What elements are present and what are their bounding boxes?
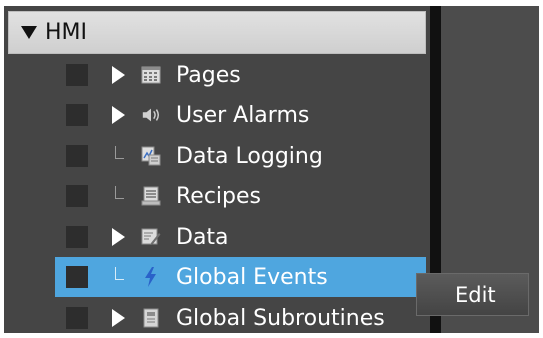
tree-item-label: Recipes [176, 183, 262, 209]
expand-arrow-icon[interactable] [112, 106, 125, 124]
item-checkbox[interactable] [66, 145, 88, 167]
tree-connector-line [115, 267, 124, 280]
tree-connector-line [115, 186, 124, 199]
window-frame: HMI Pages User Alarms Data Logging Recip… [0, 0, 543, 333]
tree-item-recipes[interactable]: Recipes [55, 176, 426, 216]
collapse-arrow-icon[interactable] [21, 26, 37, 39]
speaker-icon [141, 105, 161, 125]
tree-item-label: Pages [176, 62, 241, 88]
tree-item-label: User Alarms [176, 102, 310, 128]
item-checkbox[interactable] [66, 104, 88, 126]
data-edit-icon [141, 227, 161, 247]
tree-item-label: Data [176, 224, 229, 250]
recipes-icon [141, 186, 161, 206]
expand-arrow-icon[interactable] [112, 228, 125, 246]
window-edge [539, 0, 543, 333]
subroutine-icon [141, 308, 161, 328]
tree-item-pages[interactable]: Pages [55, 55, 426, 95]
item-checkbox[interactable] [66, 266, 88, 288]
tree-item-label: Data Logging [176, 143, 323, 169]
tree-item-global-events[interactable]: Global Events [55, 257, 426, 297]
tree-item-label: Global Events [176, 264, 328, 290]
item-checkbox[interactable] [66, 185, 88, 207]
context-menu: Edit [416, 273, 529, 316]
context-menu-edit[interactable]: Edit [455, 283, 496, 307]
item-checkbox[interactable] [66, 64, 88, 86]
tree-item-label: Global Subroutines [176, 305, 385, 331]
tree-item-user-alarms[interactable]: User Alarms [55, 95, 426, 135]
lightning-icon [141, 267, 161, 287]
data-logging-icon [141, 146, 161, 166]
item-checkbox[interactable] [66, 226, 88, 248]
tree-item-data[interactable]: Data [55, 217, 426, 257]
tree-connector-line [115, 146, 124, 159]
tree-item-data-logging[interactable]: Data Logging [55, 136, 426, 176]
item-checkbox[interactable] [66, 307, 88, 329]
tree-root-hmi[interactable]: HMI [8, 11, 426, 54]
expand-arrow-icon[interactable] [112, 66, 125, 84]
expand-arrow-icon[interactable] [112, 309, 125, 327]
pages-icon [141, 65, 161, 85]
tree-root-label: HMI [45, 20, 88, 45]
tree-item-global-subroutines[interactable]: Global Subroutines [55, 298, 426, 338]
